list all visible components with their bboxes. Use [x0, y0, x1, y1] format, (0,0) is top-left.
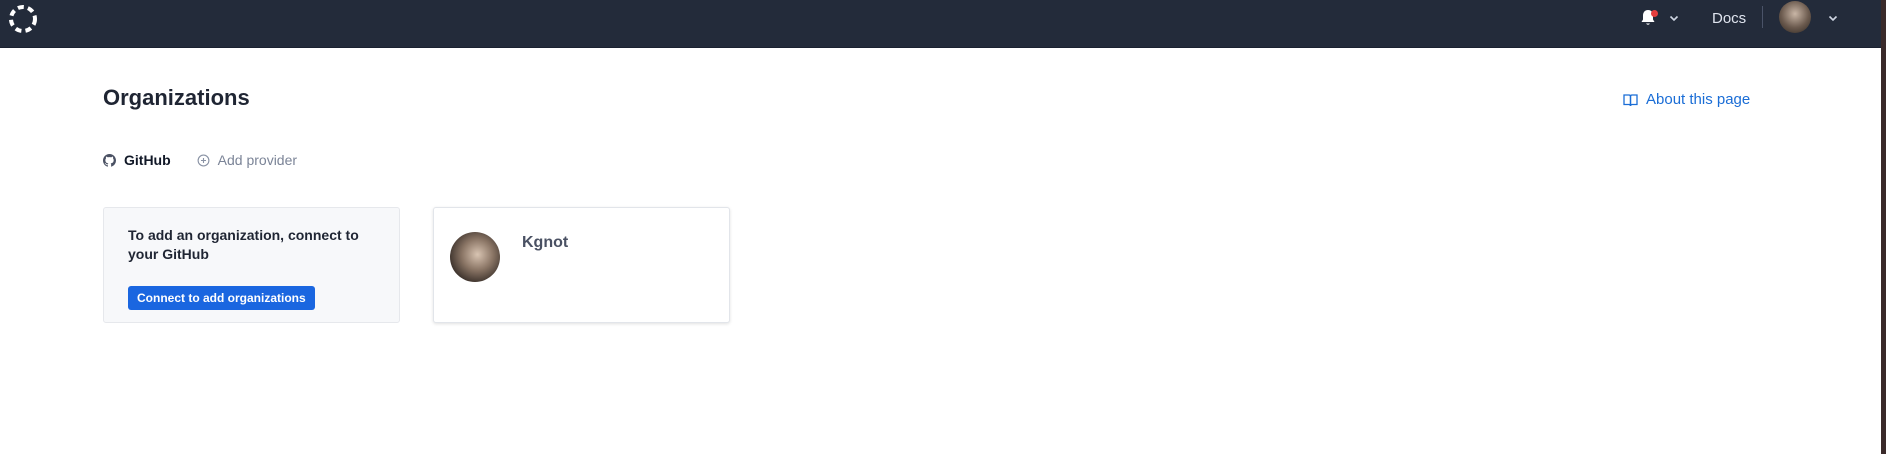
about-this-page-label: About this page — [1646, 91, 1751, 108]
docs-link[interactable]: Docs — [1712, 10, 1746, 27]
user-avatar[interactable] — [1779, 1, 1811, 33]
topbar-divider — [1762, 6, 1763, 28]
github-icon — [103, 153, 116, 167]
notification-badge — [1651, 10, 1658, 17]
chevron-down-icon[interactable] — [1827, 12, 1839, 24]
book-icon — [1623, 93, 1638, 106]
connect-info-card: To add an organization, connect to your … — [103, 207, 400, 323]
tab-github-label: GitHub — [124, 152, 171, 168]
dashed-circle-logo-icon[interactable] — [6, 2, 40, 36]
tab-add-provider-label: Add provider — [217, 152, 298, 168]
tab-add-provider[interactable]: Add provider — [197, 152, 297, 168]
connect-to-add-organizations-button[interactable]: Connect to add organizations — [128, 286, 315, 310]
provider-tabs: GitHub Add provider — [103, 152, 297, 168]
page-title: Organizations — [103, 85, 250, 110]
organization-name: Kgnot — [522, 234, 569, 251]
organization-card[interactable]: Kgnot — [433, 207, 730, 323]
top-navigation-bar: Docs — [0, 0, 1886, 48]
chevron-down-icon[interactable] — [1668, 12, 1680, 24]
organization-avatar — [450, 232, 500, 282]
tab-github[interactable]: GitHub — [103, 152, 171, 168]
plus-circle-icon — [197, 154, 210, 166]
window-edge — [1881, 0, 1886, 454]
about-this-page-link[interactable]: About this page — [1623, 91, 1750, 108]
connect-info-message: To add an organization, connect to your … — [128, 227, 359, 262]
